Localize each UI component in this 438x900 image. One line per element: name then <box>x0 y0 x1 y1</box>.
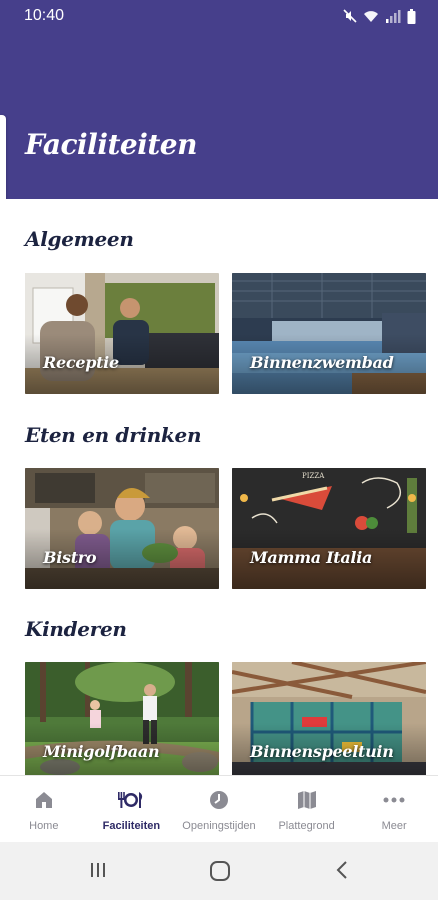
page-title: Faciliteiten <box>25 128 197 161</box>
map-icon <box>296 789 318 811</box>
clock-icon <box>208 789 230 811</box>
tile-mamma-italia[interactable]: PIZZA Mamma Italia <box>232 468 426 589</box>
tile-label: Bistro <box>43 548 97 567</box>
home-circle-icon[interactable] <box>209 860 231 886</box>
back-icon[interactable] <box>334 860 350 884</box>
facilities-list[interactable]: Algemeen Receptie Binnenzwembad Eten en … <box>0 199 438 775</box>
section-title-algemeen: Algemeen <box>25 227 134 251</box>
signal-icon <box>385 9 401 23</box>
recent-apps-icon[interactable] <box>88 860 108 884</box>
status-bar: 10:40 <box>0 0 438 32</box>
nav-label-faciliteiten: Faciliteiten <box>102 820 161 832</box>
tile-minigolfbaan[interactable]: Minigolfbaan <box>25 662 219 775</box>
status-time: 10:40 <box>24 7 65 24</box>
tile-receptie[interactable]: Receptie <box>25 273 219 394</box>
nav-label-home: Home <box>29 820 59 832</box>
nav-item-meer[interactable]: Meer <box>350 776 438 842</box>
battery-icon <box>407 8 416 24</box>
tile-binnenzwembad[interactable]: Binnenzwembad <box>232 273 426 394</box>
tile-label: Binnenzwembad <box>250 353 394 372</box>
tile-label: Receptie <box>43 353 119 372</box>
tile-binnenspeeltuin[interactable]: Binnenspeeltuin <box>232 662 426 775</box>
section-title-eten-en-drinken: Eten en drinken <box>25 423 202 447</box>
svg-text:PIZZA: PIZZA <box>302 472 325 480</box>
nav-label-plattegrond: Plattegrond <box>278 820 335 832</box>
nav-item-plattegrond[interactable]: Plattegrond <box>263 776 351 842</box>
cutlery-icon <box>117 789 145 811</box>
app-header: 10:40 Faciliteiten <box>0 0 438 199</box>
tile-bistro[interactable]: Bistro <box>25 468 219 589</box>
mute-icon <box>343 9 357 23</box>
status-icons <box>343 7 416 25</box>
nav-item-openingstijden[interactable]: Openingstijden <box>175 776 263 842</box>
tile-label: Mamma Italia <box>250 548 373 567</box>
nav-label-meer: Meer <box>381 820 407 832</box>
more-icon <box>382 789 406 811</box>
tile-label: Binnenspeeltuin <box>250 742 394 761</box>
nav-item-home[interactable]: Home <box>0 776 88 842</box>
system-nav-bar <box>0 842 438 900</box>
bottom-nav: Home Faciliteiten Openingstijden Platteg… <box>0 775 438 842</box>
wifi-icon <box>363 9 379 23</box>
section-title-kinderen: Kinderen <box>25 617 127 641</box>
home-icon <box>33 789 55 811</box>
nav-item-faciliteiten[interactable]: Faciliteiten <box>88 776 176 842</box>
tile-label: Minigolfbaan <box>43 742 160 761</box>
nav-label-openingstijden: Openingstijden <box>182 820 256 832</box>
